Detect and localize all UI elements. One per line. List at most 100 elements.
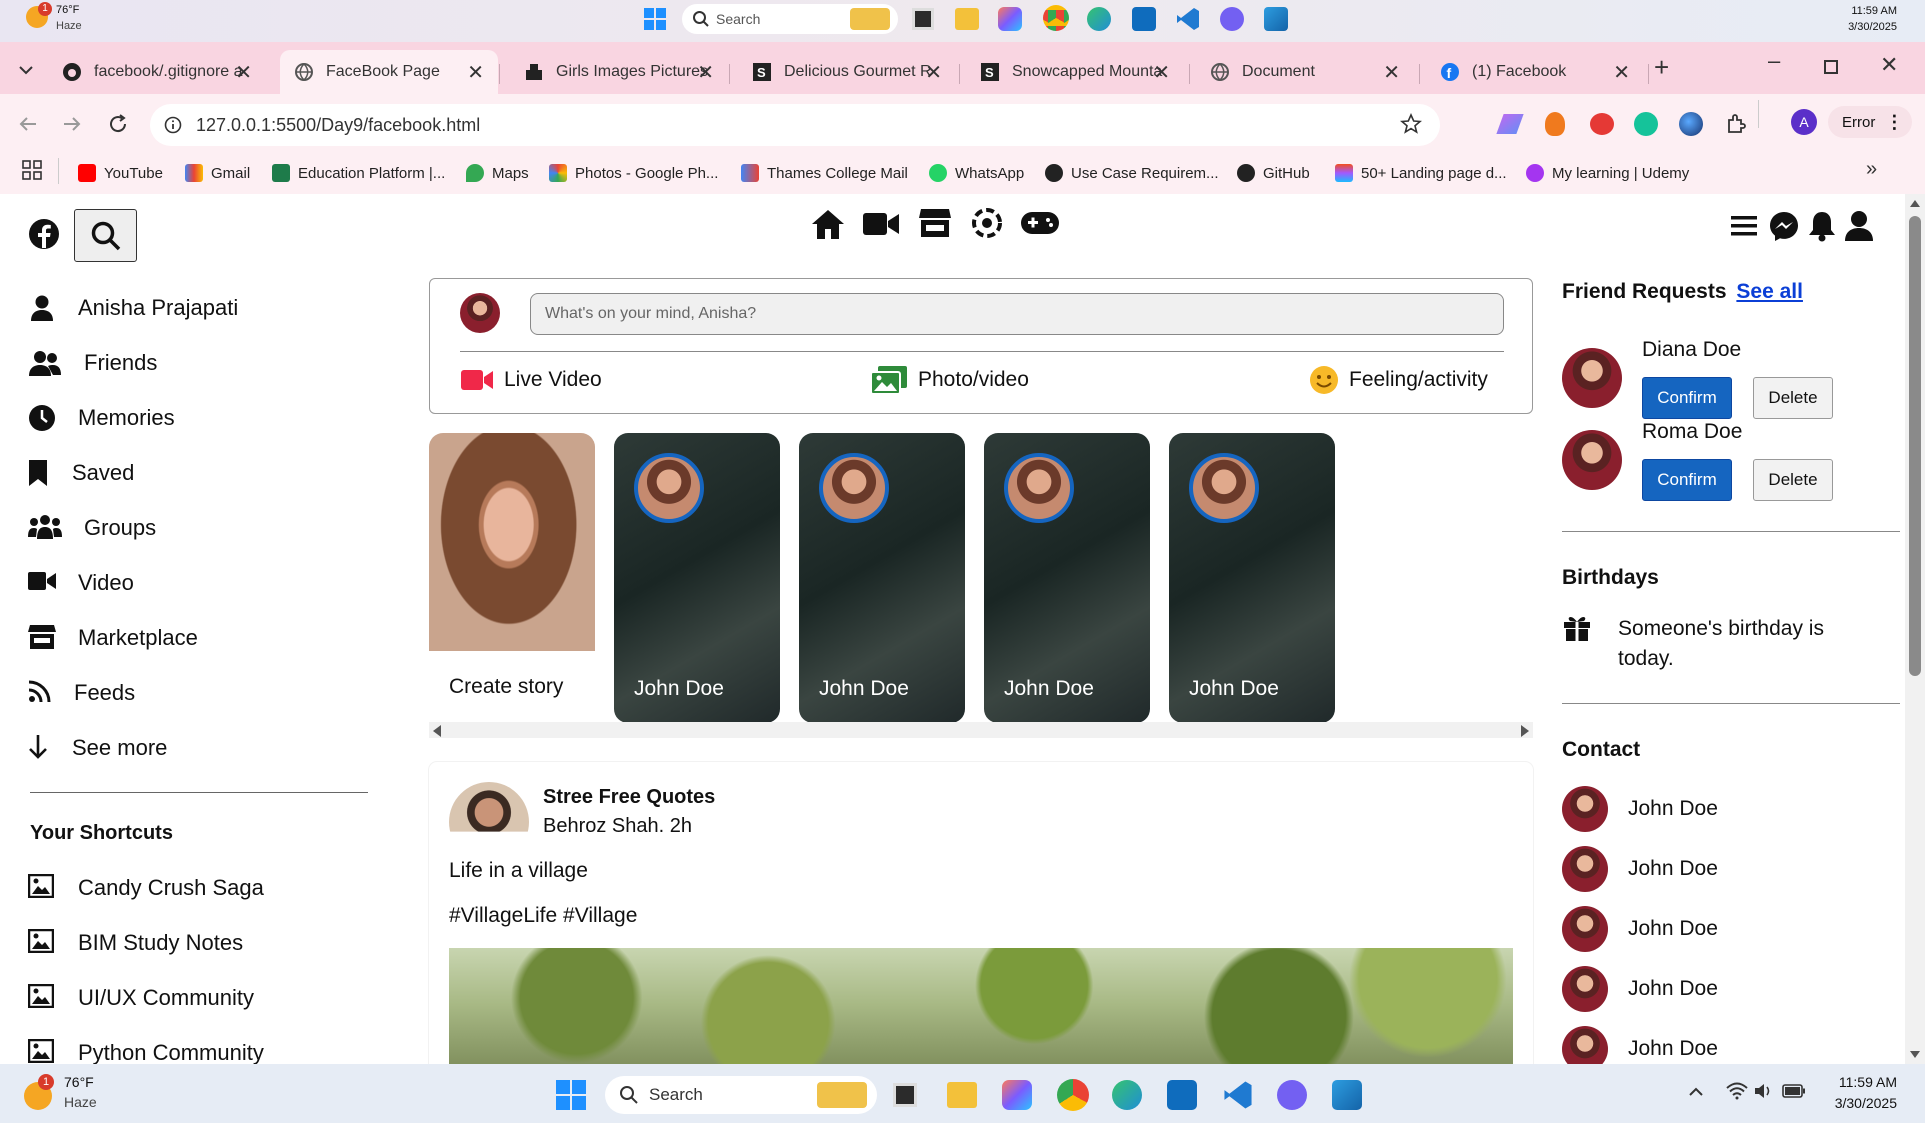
story-card[interactable]: John Doe <box>614 433 780 723</box>
chevron-up-icon[interactable] <box>1688 1084 1704 1100</box>
back-icon[interactable] <box>16 112 40 136</box>
start-icon[interactable] <box>556 1080 586 1110</box>
request-name[interactable]: Diana Doe <box>1642 338 1741 362</box>
delete-button[interactable]: Delete <box>1753 377 1833 419</box>
minimize-button[interactable]: – <box>1768 48 1780 74</box>
task-view-icon[interactable] <box>893 1083 917 1107</box>
tab-facebook-page[interactable]: FaceBook Page ✕ <box>280 50 498 94</box>
account-icon[interactable] <box>1844 210 1874 242</box>
file-explorer-icon[interactable] <box>955 8 979 30</box>
gaming-icon[interactable] <box>1020 208 1060 238</box>
error-button[interactable]: Error ⋮ <box>1828 106 1912 138</box>
sidebar-item-video[interactable]: Video <box>28 569 134 597</box>
page-scrollbar[interactable] <box>1905 194 1925 1064</box>
live-video-button[interactable]: Live Video <box>460 367 602 393</box>
extension-globe-icon[interactable] <box>1679 112 1703 136</box>
edge-icon[interactable] <box>1087 7 1111 31</box>
shortcut-bim-study[interactable]: BIM Study Notes <box>28 929 243 957</box>
volume-icon[interactable] <box>1754 1082 1774 1100</box>
close-icon[interactable]: ✕ <box>1613 60 1630 85</box>
tab-search-icon[interactable] <box>14 58 38 82</box>
stories-scrollbar[interactable] <box>429 722 1533 738</box>
reload-icon[interactable] <box>106 112 130 136</box>
menu-icon[interactable] <box>1730 212 1758 240</box>
bookmark-use-case[interactable]: Use Case Requirem... <box>1045 164 1219 182</box>
extensions-icon[interactable] <box>1724 112 1748 136</box>
video-icon[interactable] <box>862 208 900 240</box>
chrome-icon[interactable] <box>1057 1079 1089 1111</box>
chrome-icon[interactable] <box>1043 5 1069 31</box>
bookmark-udemy[interactable]: My learning | Udemy <box>1526 164 1689 182</box>
bookmark-thames-mail[interactable]: Thames College Mail <box>741 164 908 182</box>
close-window-button[interactable]: ✕ <box>1880 52 1898 78</box>
close-icon[interactable]: ✕ <box>925 60 942 85</box>
photo-video-button[interactable]: Photo/video <box>870 365 1029 395</box>
bookmark-education[interactable]: Education Platform |... <box>272 164 445 182</box>
tab-gitignore[interactable]: facebook/.gitignore a ✕ <box>48 50 266 94</box>
avatar[interactable] <box>1562 348 1622 408</box>
scroll-down-icon[interactable] <box>1910 1051 1920 1058</box>
wifi-icon[interactable] <box>1726 1082 1748 1100</box>
contact-item[interactable]: John Doe <box>1562 966 1718 1012</box>
composer-input[interactable]: What's on your mind, Anisha? <box>530 293 1504 335</box>
story-card[interactable]: John Doe <box>984 433 1150 723</box>
scroll-up-icon[interactable] <box>1910 200 1920 207</box>
tab-girls-images[interactable]: Girls Images Pictures ✕ <box>510 50 728 94</box>
sidebar-item-marketplace[interactable]: Marketplace <box>28 624 198 652</box>
close-icon[interactable]: ✕ <box>235 60 252 85</box>
close-icon[interactable]: ✕ <box>467 60 484 85</box>
battery-icon[interactable] <box>1782 1083 1806 1099</box>
notifications-icon[interactable] <box>1808 210 1836 242</box>
sidebar-item-friends[interactable]: Friends <box>28 349 157 377</box>
copilot-icon[interactable] <box>998 7 1022 31</box>
edge-icon[interactable] <box>1112 1080 1142 1110</box>
post-page-name[interactable]: Stree Free Quotes <box>543 786 715 809</box>
grammarly-icon[interactable] <box>1634 112 1658 136</box>
marketplace-icon[interactable] <box>918 206 952 240</box>
shortcut-uiux[interactable]: UI/UX Community <box>28 984 254 1012</box>
forward-icon[interactable] <box>60 112 84 136</box>
scroll-left-icon[interactable] <box>433 725 441 737</box>
app-icon[interactable] <box>1264 7 1288 31</box>
facebook-logo-icon[interactable] <box>28 218 60 250</box>
avatar[interactable] <box>1562 430 1622 490</box>
extension-red-icon[interactable] <box>1590 113 1614 135</box>
extension-pen-icon[interactable] <box>1496 114 1524 134</box>
scroll-right-icon[interactable] <box>1521 725 1529 737</box>
post-image[interactable] <box>449 948 1513 1064</box>
bookmark-star-icon[interactable] <box>1400 113 1422 135</box>
viber-icon[interactable] <box>1220 7 1244 31</box>
bookmark-github[interactable]: GitHub <box>1237 164 1310 182</box>
task-view-icon[interactable] <box>912 8 934 30</box>
address-bar[interactable]: 127.0.0.1:5500/Day9/facebook.html <box>150 104 1440 146</box>
apps-grid-icon[interactable] <box>22 160 42 180</box>
vscode-icon[interactable] <box>1175 6 1201 32</box>
bookmark-gmail[interactable]: Gmail <box>185 164 250 182</box>
see-all-link[interactable]: See all <box>1736 280 1803 303</box>
home-icon[interactable] <box>810 206 846 242</box>
new-tab-button[interactable]: + <box>1654 52 1669 83</box>
post-author-avatar[interactable] <box>449 782 529 832</box>
vscode-icon[interactable] <box>1222 1079 1254 1111</box>
bookmark-whatsapp[interactable]: WhatsApp <box>929 164 1024 182</box>
confirm-button[interactable]: Confirm <box>1642 459 1732 501</box>
file-explorer-icon[interactable] <box>947 1082 977 1108</box>
bookmark-landing[interactable]: 50+ Landing page d... <box>1335 164 1507 182</box>
scrollbar-thumb[interactable] <box>1909 216 1921 676</box>
taskbar-search[interactable]: Search <box>682 4 898 34</box>
bookmark-youtube[interactable]: YouTube <box>78 164 163 182</box>
close-icon[interactable]: ✕ <box>697 60 714 85</box>
tab-facebook[interactable]: f (1) Facebook ✕ <box>1426 50 1644 94</box>
tab-document[interactable]: Document ✕ <box>1196 50 1414 94</box>
sidebar-item-saved[interactable]: Saved <box>28 459 134 487</box>
taskbar-search[interactable]: Search <box>605 1076 877 1114</box>
app-icon[interactable] <box>1332 1080 1362 1110</box>
restore-button[interactable] <box>1824 60 1838 74</box>
profile-avatar[interactable]: A <box>1791 109 1817 135</box>
sidebar-item-feeds[interactable]: Feeds <box>28 679 135 707</box>
request-name[interactable]: Roma Doe <box>1642 420 1742 444</box>
sidebar-item-memories[interactable]: Memories <box>28 404 175 432</box>
close-icon[interactable]: ✕ <box>1153 60 1170 85</box>
shortcut-python[interactable]: Python Community <box>28 1039 264 1064</box>
feeling-activity-button[interactable]: Feeling/activity <box>1309 365 1488 395</box>
